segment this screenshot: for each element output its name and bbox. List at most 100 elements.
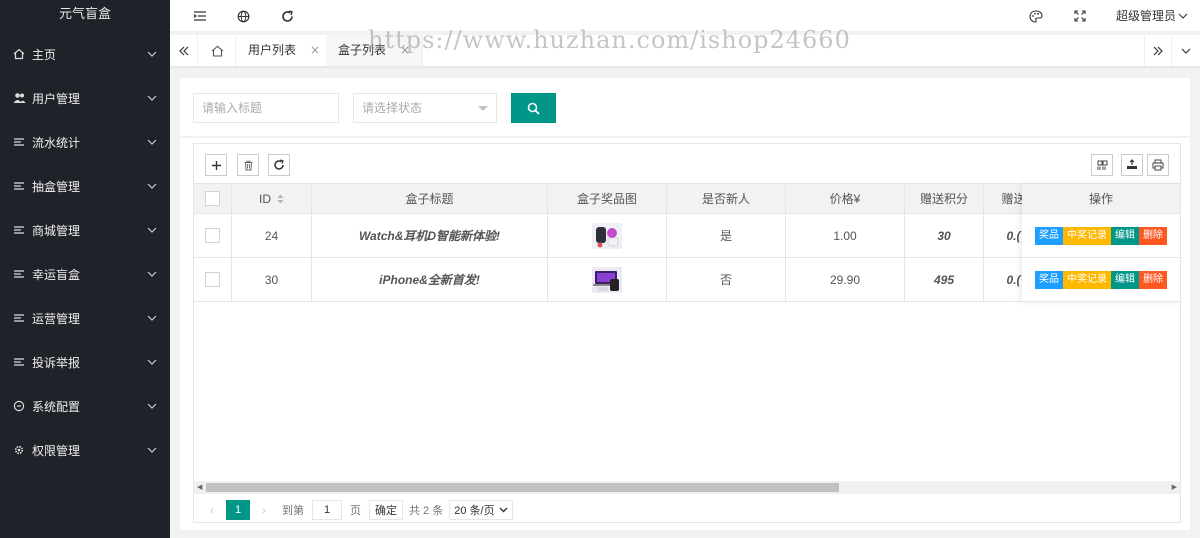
add-button[interactable] xyxy=(205,154,227,176)
reload-button[interactable] xyxy=(268,154,290,176)
sidebar-item-mall[interactable]: 商城管理 xyxy=(0,208,170,252)
print-icon xyxy=(1152,159,1164,171)
search-button[interactable] xyxy=(511,93,556,123)
chevron-down-icon xyxy=(147,315,157,321)
trash-icon xyxy=(244,160,252,170)
edit-button[interactable]: 编辑 xyxy=(1111,226,1139,245)
tabs-scroll-left-icon[interactable] xyxy=(170,35,198,66)
home-icon xyxy=(211,45,224,57)
tab-label: 盒子列表 xyxy=(338,43,387,57)
refresh-icon[interactable] xyxy=(271,0,303,32)
prize-thumbnail-image[interactable] xyxy=(590,221,624,251)
top-header: 超级管理员 xyxy=(170,0,1200,32)
col-id[interactable]: ID xyxy=(232,184,312,213)
home-icon xyxy=(12,48,26,60)
page-size-select[interactable]: 20 条/页 xyxy=(449,499,513,520)
tabs-menu-chevron-icon[interactable] xyxy=(1172,35,1200,66)
sidebar-item-permissions[interactable]: 权限管理 xyxy=(0,428,170,472)
select-all-checkbox[interactable] xyxy=(205,191,220,206)
confirm-page-button[interactable]: 确定 xyxy=(369,499,403,520)
sidebar-item-box-draw[interactable]: 抽盒管理 xyxy=(0,164,170,208)
tab-user-list[interactable]: 用户列表 × xyxy=(236,35,334,66)
sidebar-item-operations[interactable]: 运营管理 xyxy=(0,296,170,340)
next-page-button[interactable]: › xyxy=(254,503,274,517)
fullscreen-icon[interactable] xyxy=(1064,0,1096,32)
tab-label: 用户列表 xyxy=(248,43,297,57)
chevron-down-icon xyxy=(147,51,157,57)
columns-filter-button[interactable] xyxy=(1091,154,1113,176)
refresh-icon xyxy=(274,159,284,170)
globe-icon[interactable] xyxy=(227,0,259,32)
sidebar-item-flow-stats[interactable]: 流水统计 xyxy=(0,120,170,164)
plus-icon xyxy=(211,160,221,170)
sort-icon[interactable] xyxy=(277,194,284,204)
prize-thumbnail-image[interactable] xyxy=(590,265,624,295)
cell-title: Watch&耳机D智能新体验! xyxy=(312,214,548,257)
tabs-scroll-right-icon[interactable] xyxy=(1144,35,1172,66)
sidebar-item-complaints[interactable]: 投诉举报 xyxy=(0,340,170,384)
user-menu[interactable]: 超级管理员 xyxy=(1116,0,1188,32)
row-actions: 奖品 中奖记录 编辑 删除 xyxy=(1022,258,1180,302)
actions-fixed-column: 操作 奖品 中奖记录 编辑 删除 奖品 中奖记录 编辑 删除 xyxy=(1022,184,1180,302)
chevron-down-icon xyxy=(147,447,157,453)
cell-points: 495 xyxy=(905,258,984,301)
page-number-input[interactable]: 1 xyxy=(312,499,342,520)
sidebar-item-system-config[interactable]: 系统配置 xyxy=(0,384,170,428)
row-checkbox[interactable] xyxy=(205,272,220,287)
sidebar: 元气盲盒 主页 用户管理 流水统计 抽盒管理 商城管理 幸运盲盒 运营管理 投诉… xyxy=(0,0,170,538)
tab-home[interactable] xyxy=(200,35,236,66)
horizontal-scrollbar[interactable]: ◀ ▶ xyxy=(194,481,1180,494)
cell-price: 1.00 xyxy=(786,214,905,257)
cell-id: 30 xyxy=(232,258,312,301)
export-icon xyxy=(1127,159,1137,169)
chevron-down-icon xyxy=(147,403,157,409)
scroll-right-arrow-icon[interactable]: ▶ xyxy=(1172,483,1177,491)
export-button[interactable] xyxy=(1121,154,1143,176)
col-is-new: 是否新人 xyxy=(667,184,786,213)
col-actions: 操作 xyxy=(1022,184,1180,214)
print-button[interactable] xyxy=(1147,154,1169,176)
sidebar-item-label: 流水统计 xyxy=(32,135,81,150)
list-icon xyxy=(12,136,26,148)
chevron-down-icon xyxy=(147,271,157,277)
page-unit-label: 页 xyxy=(350,504,361,517)
sidebar-item-users[interactable]: 用户管理 xyxy=(0,76,170,120)
win-records-button[interactable]: 中奖记录 xyxy=(1063,226,1111,245)
list-icon xyxy=(12,312,26,324)
status-select[interactable]: 请选择状态 xyxy=(353,93,497,123)
prize-button[interactable]: 奖品 xyxy=(1035,226,1063,245)
tabs-bar: 用户列表 × 盒子列表 × xyxy=(170,35,1200,67)
chevron-down-icon xyxy=(147,139,157,145)
chevron-down-icon xyxy=(147,359,157,365)
current-page-button[interactable]: 1 xyxy=(226,499,250,520)
close-icon[interactable]: × xyxy=(310,35,320,66)
col-image: 盒子奖品图 xyxy=(548,184,667,213)
title-search-input[interactable]: 请输入标题 xyxy=(193,93,339,123)
cell-image xyxy=(548,258,667,301)
user-name: 超级管理员 xyxy=(1115,9,1176,23)
menu-fold-icon[interactable] xyxy=(184,0,216,32)
row-select-cell xyxy=(194,214,232,257)
delete-row-button[interactable]: 删除 xyxy=(1139,270,1167,289)
sidebar-item-label: 投诉举报 xyxy=(32,355,81,370)
scrollbar-thumb[interactable] xyxy=(206,483,839,492)
col-price: 价格¥ xyxy=(786,184,905,213)
col-points: 赠送积分 xyxy=(905,184,984,213)
close-icon[interactable]: × xyxy=(400,35,410,66)
tab-box-list[interactable]: 盒子列表 × xyxy=(326,35,424,66)
row-actions: 奖品 中奖记录 编辑 删除 xyxy=(1022,214,1180,258)
sidebar-item-home[interactable]: 主页 xyxy=(0,32,170,76)
delete-row-button[interactable]: 删除 xyxy=(1139,226,1167,245)
delete-button[interactable] xyxy=(237,154,259,176)
edit-button[interactable]: 编辑 xyxy=(1111,270,1139,289)
row-checkbox[interactable] xyxy=(205,228,220,243)
scroll-left-arrow-icon[interactable]: ◀ xyxy=(197,483,202,491)
prev-page-button[interactable]: ‹ xyxy=(202,503,222,517)
win-records-button[interactable]: 中奖记录 xyxy=(1063,270,1111,289)
table-toolbar xyxy=(194,144,1180,184)
theme-icon[interactable] xyxy=(1020,0,1052,32)
prize-button[interactable]: 奖品 xyxy=(1035,270,1063,289)
col-id-label: ID xyxy=(259,191,271,206)
sidebar-item-lucky-box[interactable]: 幸运盲盒 xyxy=(0,252,170,296)
select-all-cell xyxy=(194,184,232,213)
